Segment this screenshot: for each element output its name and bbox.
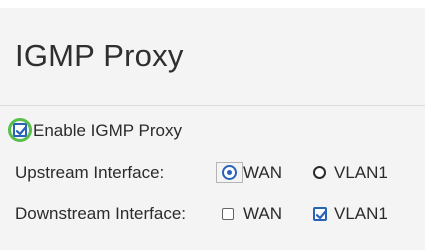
checkmark-icon [15, 126, 27, 136]
upstream-vlan1-label[interactable]: VLAN1 [334, 160, 388, 186]
upstream-interface-label: Upstream Interface: [15, 163, 165, 182]
top-band [0, 0, 425, 8]
upstream-vlan1-radio[interactable] [313, 166, 326, 179]
upstream-wan-label[interactable]: WAN [243, 160, 282, 186]
page-title: IGMP Proxy [15, 38, 184, 73]
downstream-vlan1-checkbox[interactable] [313, 207, 327, 221]
downstream-interface-label: Downstream Interface: [15, 204, 187, 223]
downstream-wan-label[interactable]: WAN [243, 201, 282, 227]
downstream-vlan1-label[interactable]: VLAN1 [334, 201, 388, 227]
divider [0, 105, 425, 106]
checkmark-icon [315, 210, 327, 220]
upstream-wan-radio[interactable] [222, 165, 237, 180]
enable-igmp-proxy-checkbox[interactable] [13, 123, 27, 137]
enable-igmp-proxy-label: Enable IGMP Proxy [33, 121, 182, 140]
downstream-wan-checkbox[interactable] [222, 208, 234, 220]
